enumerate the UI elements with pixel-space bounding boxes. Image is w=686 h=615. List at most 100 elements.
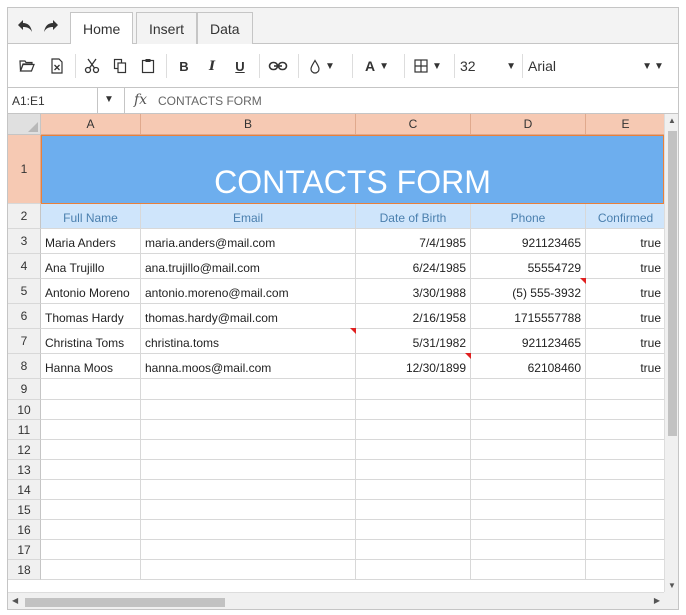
empty-cell[interactable] bbox=[471, 540, 586, 560]
empty-cell[interactable] bbox=[141, 500, 356, 520]
empty-cell[interactable] bbox=[471, 500, 586, 520]
toolbar-overflow-button[interactable]: ▼ bbox=[653, 55, 665, 77]
comment-indicator[interactable] bbox=[350, 328, 356, 334]
empty-cell[interactable] bbox=[356, 440, 471, 460]
empty-cell[interactable] bbox=[586, 540, 664, 560]
empty-cell[interactable] bbox=[141, 560, 356, 580]
table-cell[interactable]: Christina Toms bbox=[41, 329, 141, 354]
row-header-2[interactable]: 2 bbox=[8, 204, 41, 229]
empty-cell[interactable] bbox=[471, 440, 586, 460]
empty-cell[interactable] bbox=[41, 400, 141, 420]
row-header-17[interactable]: 17 bbox=[8, 540, 41, 560]
table-cell[interactable]: maria.anders@mail.com bbox=[141, 229, 356, 254]
table-cell[interactable]: true bbox=[586, 279, 664, 304]
row-header-8[interactable]: 8 bbox=[8, 354, 41, 379]
empty-cell[interactable] bbox=[41, 540, 141, 560]
empty-cell[interactable] bbox=[41, 560, 141, 580]
table-cell[interactable]: 921123465 bbox=[471, 229, 586, 254]
empty-cell[interactable] bbox=[41, 379, 141, 400]
empty-cell[interactable] bbox=[356, 400, 471, 420]
empty-cell[interactable] bbox=[356, 540, 471, 560]
row-header-15[interactable]: 15 bbox=[8, 500, 41, 520]
table-cell[interactable]: 921123465 bbox=[471, 329, 586, 354]
table-cell[interactable]: thomas.hardy@mail.com bbox=[141, 304, 356, 329]
table-cell[interactable]: Antonio Moreno bbox=[41, 279, 141, 304]
empty-cell[interactable] bbox=[141, 480, 356, 500]
empty-cell[interactable] bbox=[41, 480, 141, 500]
column-header-e[interactable]: E bbox=[586, 114, 664, 135]
table-cell[interactable]: true bbox=[586, 304, 664, 329]
empty-cell[interactable] bbox=[41, 440, 141, 460]
vertical-scrollbar[interactable]: ▲ ▼ bbox=[664, 114, 678, 592]
empty-cell[interactable] bbox=[356, 500, 471, 520]
fill-color-button[interactable]: ▼ bbox=[306, 55, 338, 77]
table-cell[interactable]: hanna.moos@mail.com bbox=[141, 354, 356, 379]
column-title-cell[interactable]: Date of Birth bbox=[356, 204, 471, 229]
table-cell[interactable]: 1715557788 bbox=[471, 304, 586, 329]
export-button[interactable] bbox=[47, 55, 67, 77]
empty-cell[interactable] bbox=[586, 500, 664, 520]
row-header-12[interactable]: 12 bbox=[8, 440, 41, 460]
empty-cell[interactable] bbox=[141, 520, 356, 540]
vertical-scroll-thumb[interactable] bbox=[668, 131, 677, 436]
empty-cell[interactable] bbox=[141, 420, 356, 440]
empty-cell[interactable] bbox=[356, 560, 471, 580]
font-family-select[interactable]: Arial ▼ bbox=[528, 55, 652, 77]
table-cell[interactable]: 6/24/1985 bbox=[356, 254, 471, 279]
row-header-16[interactable]: 16 bbox=[8, 520, 41, 540]
scroll-down-icon[interactable]: ▼ bbox=[668, 581, 676, 590]
empty-cell[interactable] bbox=[41, 460, 141, 480]
table-cell[interactable]: Hanna Moos bbox=[41, 354, 141, 379]
hyperlink-button[interactable] bbox=[266, 55, 290, 77]
empty-cell[interactable] bbox=[471, 379, 586, 400]
row-header-14[interactable]: 14 bbox=[8, 480, 41, 500]
table-cell[interactable]: (5) 555-3932 bbox=[471, 279, 586, 304]
table-cell[interactable]: true bbox=[586, 229, 664, 254]
column-title-cell[interactable]: Confirmed bbox=[586, 204, 664, 229]
empty-cell[interactable] bbox=[471, 400, 586, 420]
row-header-11[interactable]: 11 bbox=[8, 420, 41, 440]
title-merged-cell[interactable]: CONTACTS FORM bbox=[41, 135, 664, 204]
empty-cell[interactable] bbox=[356, 520, 471, 540]
row-header-7[interactable]: 7 bbox=[8, 329, 41, 354]
font-color-button[interactable]: A ▼ bbox=[360, 55, 394, 77]
empty-cell[interactable] bbox=[41, 520, 141, 540]
row-header-13[interactable]: 13 bbox=[8, 460, 41, 480]
empty-cell[interactable] bbox=[586, 400, 664, 420]
table-cell[interactable]: antonio.moreno@mail.com bbox=[141, 279, 356, 304]
empty-cell[interactable] bbox=[356, 420, 471, 440]
horizontal-scroll-thumb[interactable] bbox=[25, 598, 225, 607]
borders-button[interactable]: ▼ bbox=[411, 55, 445, 77]
empty-cell[interactable] bbox=[586, 520, 664, 540]
empty-cell[interactable] bbox=[141, 440, 356, 460]
copy-button[interactable] bbox=[110, 55, 130, 77]
column-title-cell[interactable]: Phone bbox=[471, 204, 586, 229]
table-cell[interactable]: christina.toms bbox=[141, 329, 356, 354]
table-cell[interactable]: Ana Trujillo bbox=[41, 254, 141, 279]
empty-cell[interactable] bbox=[41, 420, 141, 440]
empty-cell[interactable] bbox=[586, 379, 664, 400]
column-header-d[interactable]: D bbox=[471, 114, 586, 135]
empty-cell[interactable] bbox=[586, 440, 664, 460]
table-cell[interactable]: 5/31/1982 bbox=[356, 329, 471, 354]
empty-cell[interactable] bbox=[586, 480, 664, 500]
open-button[interactable] bbox=[17, 55, 37, 77]
row-header-6[interactable]: 6 bbox=[8, 304, 41, 329]
font-size-select[interactable]: 32 ▼ bbox=[460, 55, 516, 77]
table-cell[interactable]: 2/16/1958 bbox=[356, 304, 471, 329]
empty-cell[interactable] bbox=[471, 560, 586, 580]
cut-button[interactable] bbox=[82, 55, 102, 77]
row-header-18[interactable]: 18 bbox=[8, 560, 41, 580]
column-header-b[interactable]: B bbox=[141, 114, 356, 135]
empty-cell[interactable] bbox=[586, 420, 664, 440]
row-header-5[interactable]: 5 bbox=[8, 279, 41, 304]
paste-button[interactable] bbox=[138, 55, 158, 77]
column-title-cell[interactable]: Full Name bbox=[41, 204, 141, 229]
table-cell[interactable]: Thomas Hardy bbox=[41, 304, 141, 329]
table-cell[interactable]: ana.trujillo@mail.com bbox=[141, 254, 356, 279]
empty-cell[interactable] bbox=[141, 379, 356, 400]
row-header-4[interactable]: 4 bbox=[8, 254, 41, 279]
row-header-3[interactable]: 3 bbox=[8, 229, 41, 254]
table-cell[interactable]: 7/4/1985 bbox=[356, 229, 471, 254]
row-header-10[interactable]: 10 bbox=[8, 400, 41, 420]
